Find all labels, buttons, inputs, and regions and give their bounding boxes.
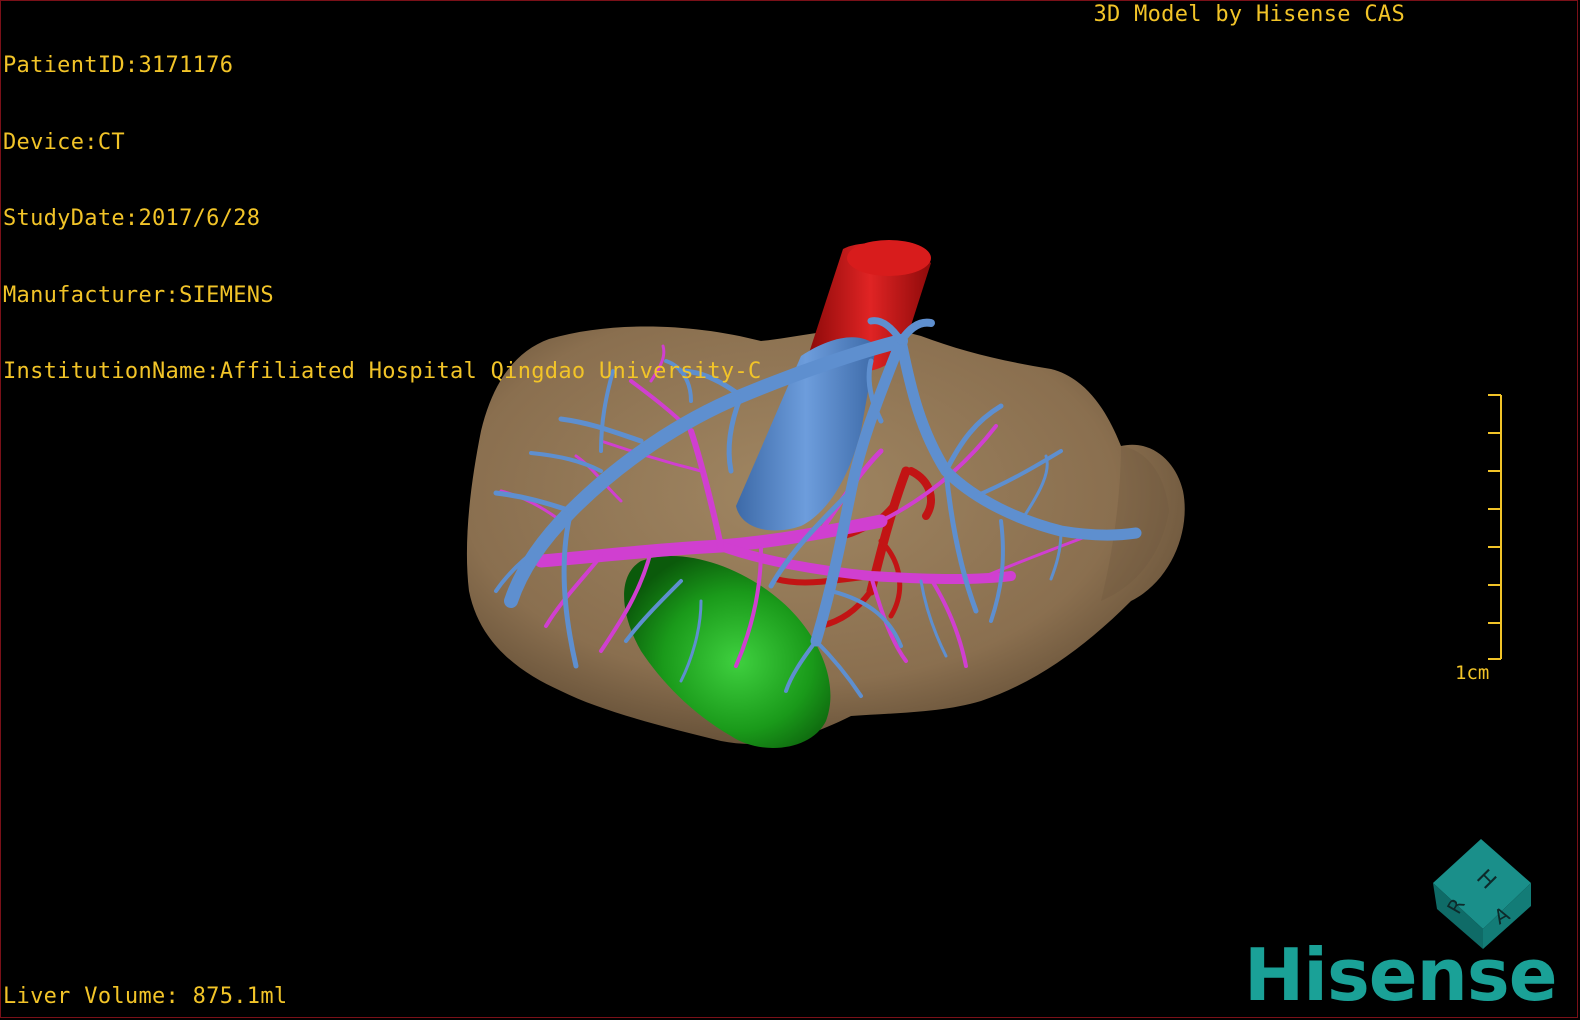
patient-id: PatientID:3171176	[3, 53, 234, 78]
hisense-logo: Hisense	[1244, 933, 1558, 1017]
dicom-info-overlay: PatientID:3171176 Device:CT StudyDate:20…	[3, 2, 762, 436]
aorta-top	[847, 240, 931, 276]
device: Device:CT	[3, 129, 125, 155]
model-credit: 3D Model by Hisense CAS	[1093, 2, 1405, 27]
scale-bar-label: 1cm	[1455, 662, 1490, 684]
manufacturer: Manufacturer:SIEMENS	[3, 282, 274, 308]
3d-viewport[interactable]: H R A PatientID:3171176 Device:CT StudyD…	[0, 0, 1578, 1018]
institution-name: InstitutionName:Affiliated Hospital Qing…	[3, 359, 762, 384]
study-date: StudyDate:2017/6/28	[3, 206, 261, 231]
scale-bar	[1488, 394, 1502, 660]
liver-volume: Liver Volume: 875.1ml	[3, 984, 288, 1009]
